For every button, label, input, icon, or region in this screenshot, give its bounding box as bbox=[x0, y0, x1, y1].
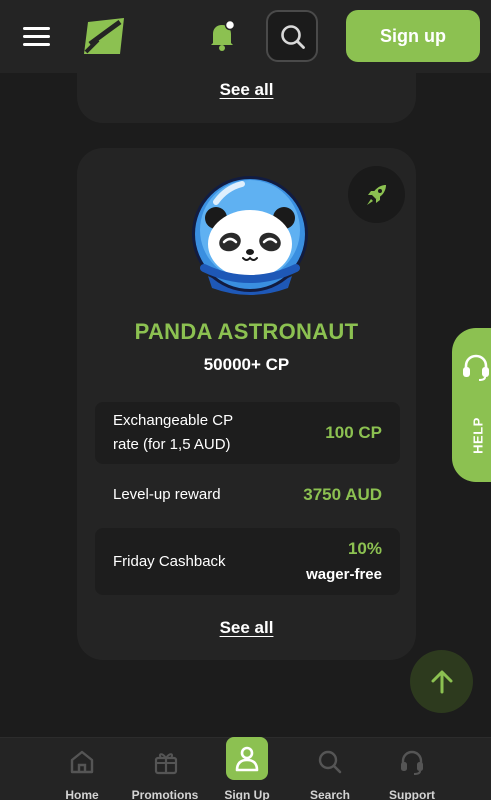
help-label: HELP bbox=[470, 417, 486, 454]
rocket-button[interactable] bbox=[348, 166, 405, 223]
nav-label: Support bbox=[389, 788, 435, 800]
user-icon bbox=[235, 746, 259, 772]
nav-label: Search bbox=[309, 788, 351, 800]
home-icon bbox=[70, 750, 94, 774]
row-label: Level-up reward bbox=[113, 486, 221, 503]
search-button[interactable] bbox=[266, 10, 318, 62]
row-value: 3750 AUD bbox=[303, 485, 382, 504]
level-up-reward-row: Level-up reward 3750 AUD bbox=[95, 470, 400, 520]
search-icon bbox=[281, 25, 305, 49]
friday-cashback-row: Friday Cashback 10% wager-free bbox=[95, 528, 400, 595]
arrow-up-icon bbox=[431, 670, 453, 694]
row-subvalue: wager-free bbox=[306, 565, 382, 583]
app-root: Sign up See all PANDA ASTRONAUT 50000+ C… bbox=[0, 0, 491, 800]
nav-label: Promotions bbox=[131, 788, 199, 800]
row-value: 100 CP bbox=[325, 423, 382, 442]
nav-label: Sign Up bbox=[224, 788, 270, 800]
level-cp-requirement: 50000+ CP bbox=[203, 355, 290, 374]
scroll-top-button[interactable] bbox=[410, 650, 473, 713]
see-all-link[interactable]: See all bbox=[77, 618, 416, 638]
nav-label: Home bbox=[65, 788, 99, 800]
see-all-link[interactable]: See all bbox=[77, 80, 416, 100]
nav-item-home[interactable]: Home bbox=[52, 738, 112, 800]
logo-icon[interactable] bbox=[80, 16, 126, 56]
search-icon bbox=[318, 750, 342, 774]
gift-icon bbox=[154, 753, 178, 775]
signup-button[interactable]: Sign up bbox=[346, 10, 480, 62]
bell-icon[interactable] bbox=[204, 18, 240, 54]
help-tab[interactable]: HELP bbox=[452, 328, 491, 482]
headset-icon bbox=[401, 750, 423, 775]
bottom-nav: Home Promotions Sign Up Search Support bbox=[0, 737, 491, 800]
menu-icon[interactable] bbox=[21, 24, 52, 50]
level-name: PANDA ASTRONAUT bbox=[134, 319, 359, 344]
level-card: PANDA ASTRONAUT 50000+ CP Exchangeable C… bbox=[77, 148, 416, 660]
row-value-group: 10% wager-free bbox=[306, 536, 382, 588]
row-label: Friday Cashback bbox=[113, 552, 226, 570]
nav-item-support[interactable]: Support bbox=[382, 738, 442, 800]
nav-item-search[interactable]: Search bbox=[300, 738, 360, 800]
nav-item-promotions[interactable]: Promotions bbox=[128, 738, 202, 800]
row-label: Exchangeable CP rate (for 1,5 AUD) bbox=[113, 412, 233, 453]
panda-astronaut-badge bbox=[192, 176, 308, 295]
cp-rate-row: Exchangeable CP rate (for 1,5 AUD) 100 C… bbox=[95, 402, 400, 464]
headset-icon bbox=[463, 354, 489, 381]
row-value: 10% bbox=[347, 538, 382, 558]
rocket-icon bbox=[367, 185, 386, 205]
header: Sign up bbox=[0, 0, 491, 73]
nav-item-signup[interactable]: Sign Up bbox=[216, 737, 278, 800]
